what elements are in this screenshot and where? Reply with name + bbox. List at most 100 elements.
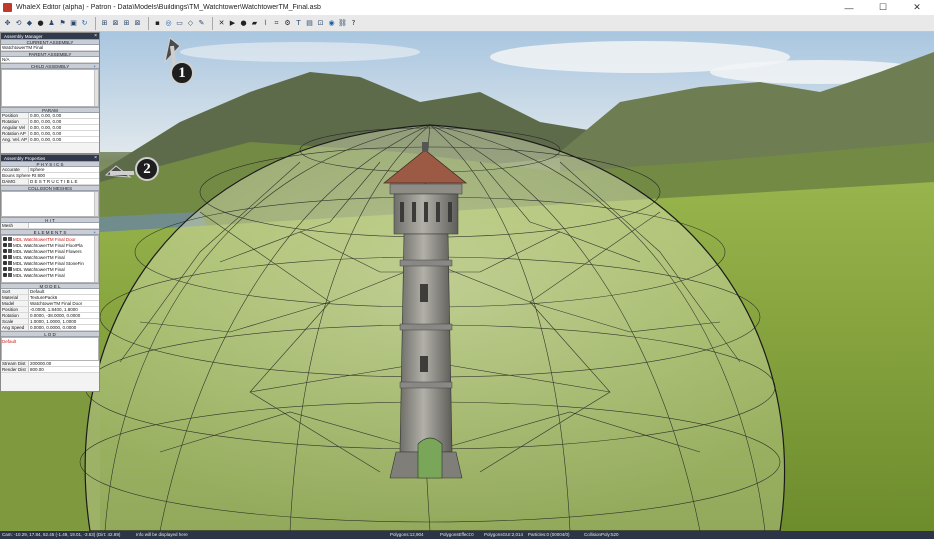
title-bar: WhaleX Editor (alpha) - Patron - Data\Mo… (0, 0, 934, 15)
toolbar-separator (212, 16, 213, 30)
record-icon[interactable]: ● (239, 19, 248, 28)
visibility-icon[interactable] (3, 243, 7, 247)
param-value[interactable]: 0.00, 0.00, 0.00 (28, 119, 99, 124)
model-key: Scale (2, 319, 14, 324)
visibility-icon[interactable] (3, 261, 7, 265)
parent-assembly-value[interactable]: N/A (1, 57, 99, 62)
param-value[interactable]: 0.00, 0.00, 0.00 (28, 137, 99, 142)
3d-viewport[interactable] (0, 32, 934, 531)
close-button[interactable]: ✕ (900, 0, 934, 15)
grid-icon[interactable]: ⊠ (111, 19, 120, 28)
physics-value[interactable]: Sphere (28, 167, 99, 172)
model-key: Material (2, 295, 19, 300)
select-icon[interactable]: ▪ (153, 19, 162, 28)
model-value[interactable]: 0.0000, 0.0000, 0.0000 (28, 325, 99, 330)
polygon-gui-count: PolygonsGUI:2,014 (484, 532, 524, 537)
text-icon[interactable]: T (294, 19, 303, 28)
scale-icon[interactable]: ◆ (25, 19, 34, 28)
hit-value[interactable] (28, 223, 99, 228)
lod-value[interactable]: 800.00 (28, 367, 99, 372)
callout-1-badge: 1 (170, 61, 194, 85)
model-icon (8, 255, 12, 259)
element-name: MDL WatchtowerTM Final (13, 272, 65, 278)
model-value[interactable]: 1.0000, 1.0000, 1.0000 (28, 319, 99, 324)
element-name: MDL WatchtowerTM Final (13, 254, 65, 260)
visibility-icon[interactable] (3, 237, 7, 241)
current-assembly-value[interactable]: WatchtowerTM Final (1, 45, 99, 50)
mesh-icon[interactable]: ◇ (186, 19, 195, 28)
mesh-icon[interactable]: ⊡ (316, 19, 325, 28)
maximize-button[interactable]: ☐ (866, 0, 900, 15)
list-item[interactable]: Default (2, 338, 98, 344)
cube-icon[interactable]: ▣ (69, 19, 78, 28)
param-value[interactable]: 0.00, 0.00, 0.00 (28, 113, 99, 118)
element-name: MDL WatchtowerTM Final (13, 266, 65, 272)
collision-sphere-value[interactable]: Bouns Sphere Rt 800 (1, 173, 99, 178)
assembly-properties-panel: Assembly Properties × P H Y S I C S Accu… (0, 154, 100, 392)
visibility-icon[interactable] (3, 255, 7, 259)
current-assembly-header: CURRENT ASSEMBLY (1, 39, 99, 45)
model-key: Model (2, 301, 15, 306)
link-icon[interactable]: ⛓ (338, 19, 347, 28)
window-title: WhaleX Editor (alpha) - Patron - Data\Mo… (16, 4, 321, 11)
person-icon[interactable]: ♟ (47, 19, 56, 28)
play-icon[interactable]: ▶ (228, 19, 237, 28)
param-key: Ang. Vel. AP (2, 137, 28, 142)
param-value[interactable]: 0.00, 0.00, 0.00 (28, 131, 99, 136)
damage-value[interactable]: D E S T R U C T I B L E (28, 179, 99, 184)
collision-sphere-icon[interactable]: ◎ (164, 19, 173, 28)
param-row-ang-vel-ap[interactable]: Ang. Vel. AP 0.00, 0.00, 0.00 (1, 137, 99, 143)
camera-icon[interactable]: ▤ (305, 19, 314, 28)
list-item[interactable]: MDL WatchtowerTM Final StoneFin (2, 260, 98, 266)
list-item[interactable]: MDL WatchtowerTM Final (2, 272, 98, 278)
scrollbar[interactable] (94, 192, 98, 216)
model-value[interactable]: Default (28, 289, 99, 294)
visibility-icon[interactable] (3, 267, 7, 271)
grid-icon[interactable]: ⊞ (122, 19, 131, 28)
model-icon (8, 249, 12, 253)
physics-key: Accurate (2, 167, 20, 172)
lod-list[interactable]: Default (1, 337, 99, 361)
minimize-button[interactable]: — (832, 0, 866, 15)
child-assembly-list[interactable] (1, 69, 99, 107)
visibility-icon[interactable] (3, 273, 7, 277)
grid-icon[interactable]: ⊠ (133, 19, 142, 28)
wrench-icon[interactable]: ✕ (217, 19, 226, 28)
collision-meshes-list[interactable] (1, 191, 99, 217)
visibility-icon[interactable] (3, 249, 7, 253)
model-value[interactable]: WatchtowerTM Final Door (28, 301, 99, 306)
rotate-icon[interactable]: ⟲ (14, 19, 23, 28)
brush-icon[interactable]: ▰ (250, 19, 259, 28)
eye-icon[interactable]: ◉ (327, 19, 336, 28)
elements-list[interactable]: MDL WatchtowerTM Final Door MDL Watchtow… (1, 235, 99, 283)
lod-value[interactable]: 200000.00 (28, 361, 99, 366)
scrollbar[interactable] (94, 70, 98, 106)
move-icon[interactable]: ✥ (3, 19, 12, 28)
panel-title: Assembly Properties (4, 155, 46, 161)
model-key: Rotation (2, 313, 19, 318)
main-toolbar: ✥ ⟲ ◆ ● ♟ ⚑ ▣ ↻ ⊞ ⊠ ⊞ ⊠ ▪ ◎ ▭ ◇ ✎ ✕ ▶ ● … (0, 15, 934, 32)
sphere-icon[interactable]: ● (36, 19, 45, 28)
lod-row-render-dist[interactable]: Render Dist 800.00 (1, 367, 99, 373)
measure-icon[interactable]: ⌇ (261, 19, 270, 28)
toolbar-separator (95, 16, 96, 30)
element-name: MDL WatchtowerTM Final FloorPla (13, 242, 83, 248)
camera-icon[interactable]: ⚑ (58, 19, 67, 28)
status-bar: Cam: -10.29, 17.84, 52.45 (-1.49, 19.01,… (0, 531, 934, 539)
paint-icon[interactable]: ✎ (197, 19, 206, 28)
model-value[interactable]: 0.0000, -38.0000, 0.0000 (28, 313, 99, 318)
model-icon (8, 267, 12, 271)
model-header: M O D E L (1, 283, 99, 289)
grid-icon[interactable]: ⊞ (100, 19, 109, 28)
model-value[interactable]: TexturePack6 (28, 295, 99, 300)
refresh-icon[interactable]: ↻ (80, 19, 89, 28)
scrollbar[interactable] (94, 236, 98, 282)
box-icon[interactable]: ▭ (175, 19, 184, 28)
crop-icon[interactable]: ⌗ (272, 19, 281, 28)
settings-icon[interactable]: ⚙ (283, 19, 292, 28)
param-value[interactable]: 0.00, 0.00, 0.00 (28, 125, 99, 130)
model-value[interactable]: -0.0000, 1.8400, 1.8000 (28, 307, 99, 312)
model-icon (8, 261, 12, 265)
help-icon[interactable]: ? (349, 19, 358, 28)
info-message: Info will be displayed here (136, 532, 188, 537)
